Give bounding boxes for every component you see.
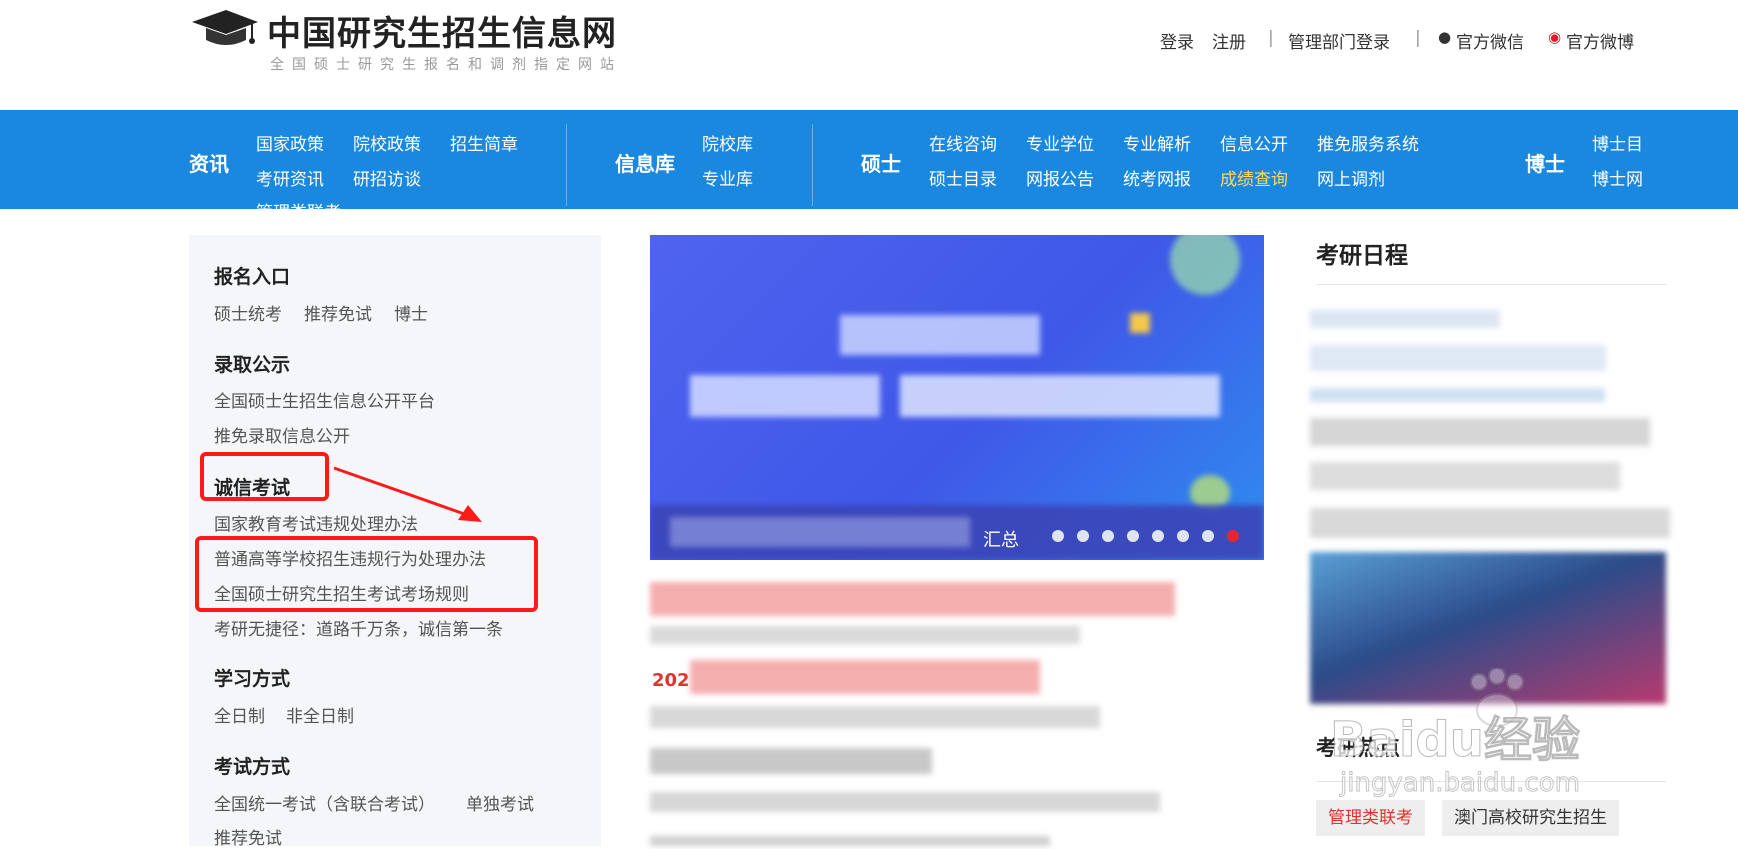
annotation-box-title (200, 452, 329, 501)
link-tongyi-kaoshi[interactable]: 全国统一考试（含联合考试） (214, 790, 435, 815)
news-item[interactable] (650, 626, 1080, 644)
nav-link-tongkao-wangbao[interactable]: 统考网报 (1123, 165, 1191, 190)
nav-link-yuanxiao-zhengce[interactable]: 院校政策 (353, 130, 421, 155)
nav-link-wangbao-gonggao[interactable]: 网报公告 (1026, 165, 1094, 190)
top-divider-1: | (1268, 28, 1274, 48)
carousel-dot[interactable] (1127, 530, 1139, 542)
news-item[interactable] (650, 836, 1050, 846)
nav-category-xinxiku[interactable]: 信息库 (615, 148, 675, 177)
login-link[interactable]: 登录 (1160, 28, 1194, 53)
section-title-baoming: 报名入口 (214, 266, 291, 288)
nav-link-zhuanye-jiexi[interactable]: 专业解析 (1123, 130, 1191, 155)
nav-link-boshi-wangbao[interactable]: 博士网 (1592, 165, 1643, 190)
nav-link-boshi-mulu[interactable]: 博士目 (1592, 130, 1643, 155)
link-shuoshi-tongkao[interactable]: 硕士统考 (214, 300, 282, 325)
wechat-icon: ● (1438, 28, 1452, 46)
carousel-dot[interactable] (1077, 530, 1089, 542)
section-title-luqu-gongshi: 录取公示 (214, 354, 291, 376)
news-year-fragment: 202 (652, 670, 690, 691)
watermark-url: jingyan.baidu.com (1340, 768, 1581, 799)
banner-caption[interactable]: 汇总 (983, 526, 1019, 552)
banner-carousel[interactable] (650, 235, 1264, 560)
link-quanrizhi[interactable]: 全日制 (214, 702, 265, 727)
news-headline[interactable] (650, 582, 1175, 616)
site-title[interactable]: 中国研究生招生信息网 (267, 6, 617, 55)
schedule-item[interactable] (1310, 462, 1620, 490)
site-subtitle: 全国硕士研究生报名和调剂指定网站 (270, 57, 622, 73)
schedule-item[interactable] (1310, 345, 1606, 371)
carousel-dot[interactable] (1202, 530, 1214, 542)
nav-link-zhaosheng-jianzhang[interactable]: 招生简章 (450, 130, 518, 155)
carousel-dot[interactable] (1052, 530, 1064, 542)
link-tuijian-mianshi-2[interactable]: 推荐免试 (214, 824, 282, 849)
news-item[interactable] (650, 706, 1100, 728)
nav-link-kaoyan-zixun[interactable]: 考研资讯 (256, 165, 324, 190)
nav-link-guojia-zhengce[interactable]: 国家政策 (256, 130, 324, 155)
link-feiquanrizhi[interactable]: 非全日制 (286, 702, 354, 727)
weibo-icon: ◉ (1548, 28, 1562, 46)
register-link[interactable]: 注册 (1212, 28, 1246, 53)
schedule-title-underline (1316, 284, 1666, 285)
carousel-dot[interactable] (1177, 530, 1189, 542)
wechat-link[interactable]: 官方微信 (1456, 28, 1524, 53)
nav-link-yuanxiaoku[interactable]: 院校库 (702, 130, 753, 155)
watermark-brand: Baidu经验 (1330, 712, 1581, 769)
nav-divider (812, 124, 813, 206)
nav-divider (566, 124, 567, 206)
nav-link-guanlilei-liankao[interactable]: 管理类联考 (256, 198, 341, 209)
nav-link-zaixian-zixun[interactable]: 在线咨询 (929, 130, 997, 155)
nav-link-xinxi-gongkai[interactable]: 信息公开 (1220, 130, 1288, 155)
top-divider-2: | (1415, 28, 1421, 48)
nav-link-tuimian-fuwu[interactable]: 推免服务系统 (1317, 130, 1419, 155)
nav-link-chengji-chaxun[interactable]: 成绩查询 (1220, 165, 1288, 190)
schedule-item[interactable] (1310, 310, 1500, 328)
carousel-dot[interactable] (1152, 530, 1164, 542)
schedule-title: 考研日程 (1316, 243, 1408, 269)
section-title-xuexi-fangshi: 学习方式 (214, 668, 291, 690)
carousel-dot[interactable] (1227, 530, 1239, 542)
nav-category-boshi[interactable]: 博士 (1525, 148, 1565, 177)
nav-category-zixun[interactable]: 资讯 (189, 148, 229, 177)
news-headline-2[interactable] (690, 660, 1040, 694)
admin-login-link[interactable]: 管理部门登录 (1288, 28, 1390, 53)
nav-link-wangshang-tiaoji[interactable]: 网上调剂 (1317, 165, 1385, 190)
schedule-item[interactable] (1310, 388, 1605, 402)
link-tuijian-mianshi[interactable]: 推荐免试 (304, 300, 372, 325)
annotation-box-links (195, 536, 538, 612)
logo[interactable] (190, 8, 260, 48)
nav-link-zhuanye-xuewei[interactable]: 专业学位 (1026, 130, 1094, 155)
graduation-cap-icon (192, 10, 258, 45)
annotation-arrow (333, 466, 482, 522)
schedule-item[interactable] (1310, 508, 1670, 538)
news-item[interactable] (650, 792, 1160, 812)
nav-link-shuoshi-mulu[interactable]: 硕士目录 (929, 165, 997, 190)
nav-link-yanzhao-fangtan[interactable]: 研招访谈 (353, 165, 421, 190)
schedule-item[interactable] (1310, 418, 1650, 446)
weibo-link[interactable]: 官方微博 (1566, 28, 1634, 53)
carousel-dot[interactable] (1102, 530, 1114, 542)
nav-link-zhuanyeku[interactable]: 专业库 (702, 165, 753, 190)
link-tuimian-luqu-gongkai[interactable]: 推免录取信息公开 (214, 422, 350, 447)
link-chengxin-diyi[interactable]: 考研无捷径：道路千万条，诚信第一条 (214, 615, 503, 640)
nav-category-shuoshi[interactable]: 硕士 (861, 148, 901, 177)
hot-tag-aomen[interactable]: 澳门高校研究生招生 (1442, 800, 1619, 836)
section-title-kaoshi-fangshi: 考试方式 (214, 756, 291, 778)
link-dandu-kaoshi[interactable]: 单独考试 (466, 790, 534, 815)
news-item[interactable] (650, 748, 932, 774)
link-xinxi-gongkai-pingtai[interactable]: 全国硕士生招生信息公开平台 (214, 387, 435, 412)
link-boshi[interactable]: 博士 (394, 300, 428, 325)
hot-tag-guanlilei[interactable]: 管理类联考 (1316, 800, 1425, 836)
